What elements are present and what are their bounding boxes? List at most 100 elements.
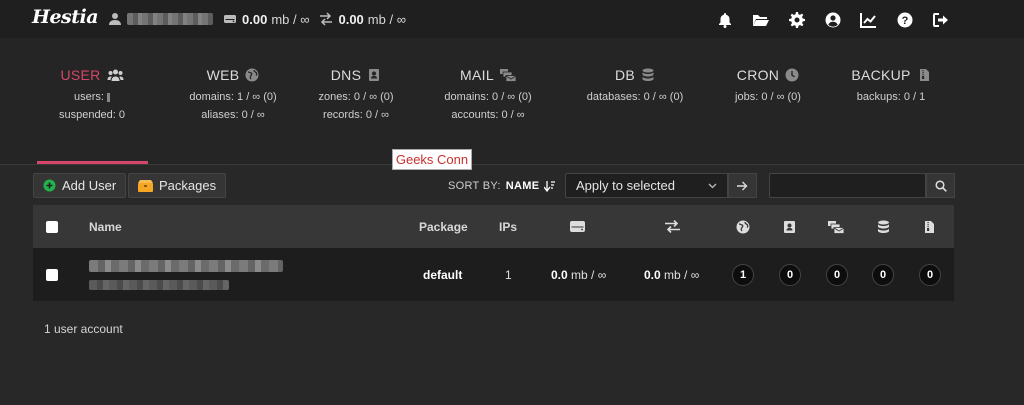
logout-icon[interactable] — [931, 10, 950, 29]
exchange-icon — [320, 12, 333, 26]
bulk-action-value: Apply to selected — [576, 178, 676, 193]
tab-backup-line-backups: backups: 0 / 1 — [856, 91, 926, 103]
arrow-right-icon — [737, 181, 748, 190]
tab-cron[interactable]: CRON jobs: 0 / ∞ (0) — [708, 66, 828, 103]
tab-cron-line-jobs: jobs: 0 / ∞ (0) — [735, 91, 801, 103]
exchange-icon — [665, 220, 680, 233]
header-package[interactable]: Package — [419, 205, 468, 248]
row-disk: 0.0 mb / ∞ — [551, 248, 606, 301]
row-backup-count[interactable]: 0 — [919, 263, 941, 286]
clock-icon — [785, 68, 799, 82]
tab-user-line-users: users: — [73, 91, 104, 103]
header-dns — [783, 205, 796, 248]
select-all-checkbox[interactable] — [46, 220, 58, 233]
apply-button[interactable] — [728, 173, 757, 198]
bandwidth-unit: mb / ∞ — [367, 11, 406, 27]
tab-cron-title: CRON — [736, 67, 780, 83]
user-icon — [109, 13, 121, 25]
chart-line-icon[interactable] — [859, 10, 878, 29]
watermark-tooltip: Geeks Conn — [392, 149, 472, 170]
add-user-button[interactable]: Add User — [33, 173, 127, 198]
disk-usage-unit: mb / ∞ — [271, 11, 310, 27]
search-input[interactable] — [769, 173, 926, 198]
gear-icon[interactable] — [787, 10, 806, 29]
disk-usage-value: 0.00 — [242, 11, 268, 27]
username-blurred — [127, 13, 213, 25]
header-db — [877, 205, 890, 248]
chevron-down-icon — [708, 183, 717, 188]
header-web — [736, 205, 750, 248]
address-book-icon — [369, 69, 380, 81]
tab-backup-title: BACKUP — [851, 67, 911, 83]
svg-text:?: ? — [901, 15, 908, 27]
globe-icon — [245, 68, 259, 82]
bell-icon[interactable] — [715, 10, 734, 29]
hdd-icon — [224, 15, 236, 23]
row-disk-unit: mb / ∞ — [571, 267, 607, 282]
row-checkbox-cell — [46, 248, 58, 301]
user-count-footer: 1 user account — [44, 322, 123, 336]
tab-mail[interactable]: MAIL domains: 0 / ∞ (0) accounts: 0 / ∞ — [428, 66, 548, 121]
tab-db-title: DB — [614, 67, 636, 83]
top-bar: Hestia 0.00 mb / ∞ 0.00 mb / ∞ ? — [0, 0, 1024, 38]
row-disk-value: 0.0 — [551, 267, 568, 282]
users-count-blurred — [107, 92, 111, 102]
header-ips[interactable]: IPs — [499, 205, 517, 248]
header-name[interactable]: Name — [89, 205, 122, 248]
help-icon[interactable]: ? — [895, 10, 914, 29]
tab-user-line-suspended: suspended: 0 — [58, 109, 126, 121]
packages-label: Packages — [159, 178, 217, 193]
tab-dns-title: DNS — [330, 67, 362, 83]
row-bandwidth: 0.0 mb / ∞ — [644, 248, 699, 301]
row-bw-value: 0.0 — [644, 267, 661, 282]
tab-user-title: USER — [60, 67, 101, 83]
tab-user[interactable]: USER users: suspended: 0 — [52, 66, 132, 121]
bulk-action-select[interactable]: Apply to selected — [565, 173, 728, 198]
box-icon — [138, 179, 153, 192]
row-package: default — [423, 267, 463, 282]
database-icon — [642, 68, 654, 81]
tab-db-line-databases: databases: 0 / ∞ (0) — [586, 91, 684, 103]
hdd-icon — [570, 221, 585, 232]
user-name-blurred[interactable] — [89, 260, 283, 272]
mail-bulk-icon — [828, 220, 844, 234]
sort-control[interactable]: SORT BY: NAME — [448, 180, 556, 192]
tab-web-line-domains: domains: 1 / ∞ (0) — [189, 91, 277, 103]
row-dns-count[interactable]: 0 — [779, 263, 801, 286]
tab-mail-line-domains: domains: 0 / ∞ (0) — [444, 91, 532, 103]
sort-value: NAME — [505, 180, 540, 192]
tab-db[interactable]: DB databases: 0 / ∞ (0) — [575, 66, 695, 103]
tab-dns[interactable]: DNS zones: 0 / ∞ (0) records: 0 / ∞ — [296, 66, 416, 121]
user-circle-icon[interactable] — [823, 10, 842, 29]
row-web-count[interactable]: 1 — [732, 263, 754, 286]
packages-button[interactable]: Packages — [128, 173, 227, 198]
tab-backup[interactable]: BACKUP backups: 0 / 1 — [836, 66, 946, 103]
search-button[interactable] — [926, 173, 955, 198]
select-all-checkbox-cell — [46, 205, 58, 248]
table-row[interactable]: default 1 0.0 mb / ∞ 0.0 mb / ∞ 1 0 0 0 … — [33, 248, 954, 301]
tab-mail-line-accounts: accounts: 0 / ∞ — [451, 109, 525, 121]
table-header: Name Package IPs — [33, 205, 954, 248]
hestia-logo[interactable]: Hestia — [32, 6, 99, 28]
users-icon — [107, 69, 124, 81]
sort-label: SORT BY: — [448, 180, 501, 192]
user-email-blurred — [89, 280, 229, 290]
mail-bulk-icon — [499, 69, 516, 82]
header-mail — [828, 205, 844, 248]
row-bw-unit: mb / ∞ — [664, 267, 700, 282]
add-circle-icon — [43, 179, 56, 192]
search-icon — [934, 179, 947, 192]
add-user-label: Add User — [62, 178, 117, 193]
top-icons: ? — [715, 10, 950, 29]
bandwidth-value: 0.00 — [338, 11, 364, 27]
row-checkbox[interactable] — [46, 268, 58, 281]
header-disk — [570, 205, 585, 248]
folder-open-icon[interactable] — [751, 10, 770, 29]
tabs-divider — [0, 164, 1024, 165]
tab-web[interactable]: WEB domains: 1 / ∞ (0) aliases: 0 / ∞ — [168, 66, 298, 121]
summary-tabs: USER users: suspended: 0 WEB domains: 1 … — [0, 38, 1024, 165]
row-db-count[interactable]: 0 — [872, 263, 894, 286]
row-mail-count[interactable]: 0 — [826, 263, 848, 286]
usage-stats: 0.00 mb / ∞ 0.00 mb / ∞ — [108, 11, 416, 27]
row-ips: 1 — [505, 267, 512, 282]
